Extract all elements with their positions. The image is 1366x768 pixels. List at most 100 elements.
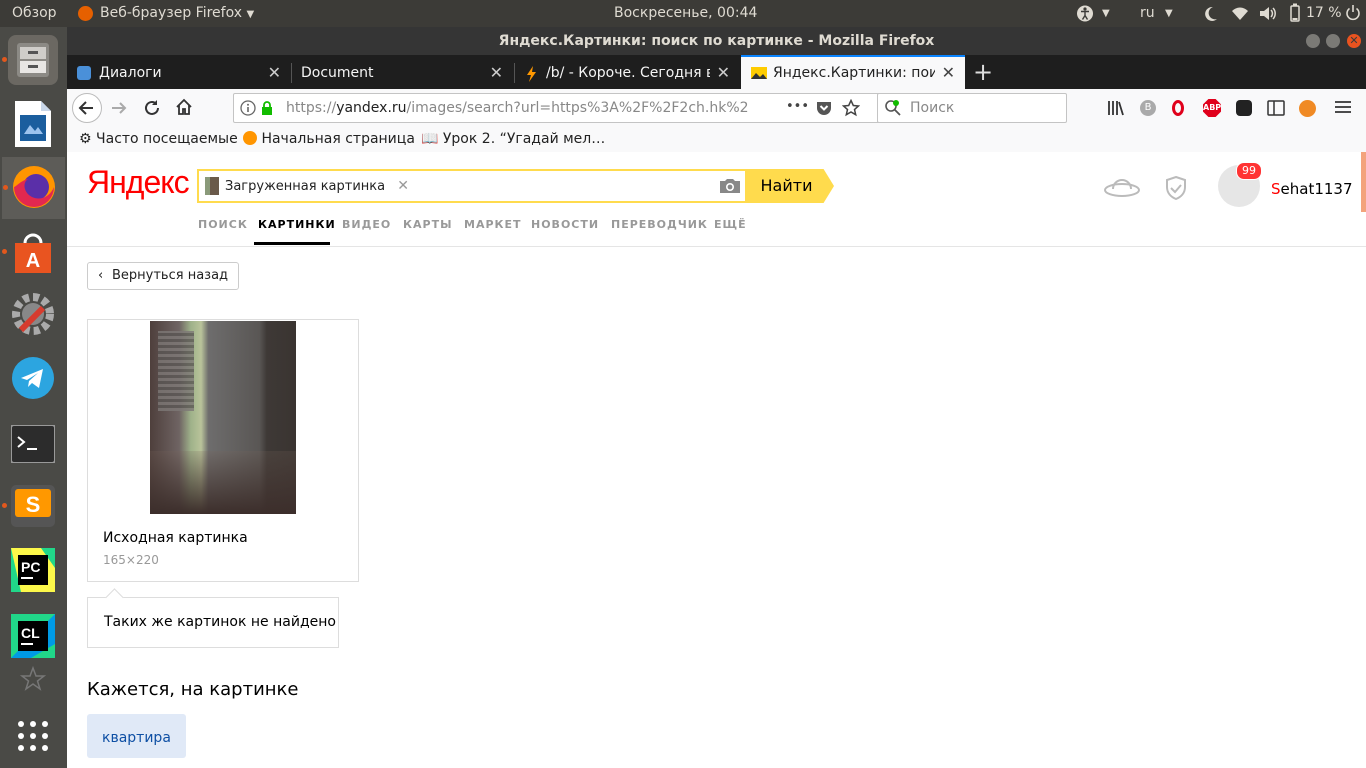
battery-icon[interactable]	[1290, 0, 1300, 27]
tab-document[interactable]: Document ✕	[291, 57, 513, 89]
window-titlebar[interactable]: Яндекс.Картинки: поиск по картинке - Moz…	[67, 27, 1366, 55]
back-button[interactable]	[72, 93, 102, 123]
extension-b-icon[interactable]: B	[1140, 100, 1156, 116]
running-indicator	[2, 57, 7, 62]
service-maps[interactable]: КАРТЫ	[403, 218, 452, 231]
settings-launcher[interactable]	[8, 289, 58, 339]
uploaded-image-chip[interactable]: Загруженная картинка ✕	[205, 175, 409, 197]
avatar[interactable]: 99	[1218, 162, 1262, 207]
favorites-launcher[interactable]	[8, 663, 58, 697]
url-host: yandex.ru	[336, 100, 407, 116]
url-bar[interactable]: https://yandex.ru/images/search?url=http…	[233, 93, 935, 123]
firefox-launcher[interactable]	[2, 157, 65, 219]
power-icon[interactable]	[1345, 0, 1361, 27]
svg-text:A: A	[26, 250, 40, 272]
chevron-down-icon: ▼	[246, 9, 255, 20]
firefox-icon	[78, 6, 93, 21]
libreoffice-writer-icon	[15, 101, 51, 147]
remove-chip-icon[interactable]: ✕	[397, 178, 409, 194]
software-center-launcher[interactable]: A	[2, 227, 58, 277]
close-tab-icon[interactable]: ✕	[490, 57, 503, 89]
bookmark-start-page[interactable]: Начальная страница	[243, 127, 415, 151]
activities-button[interactable]: Обзор	[12, 0, 57, 27]
search-form[interactable]: Загруженная картинка ✕	[197, 169, 747, 203]
minimize-button[interactable]	[1306, 34, 1320, 48]
clion-icon: CL	[11, 614, 55, 658]
image-detail	[158, 331, 194, 411]
weather-icon[interactable]	[1103, 176, 1141, 200]
menu-icon[interactable]	[1335, 100, 1351, 114]
telegram-launcher[interactable]	[8, 353, 58, 403]
service-search[interactable]: ПОИСК	[198, 218, 248, 231]
accessibility-icon[interactable]	[1076, 0, 1094, 27]
scroll-indicator[interactable]	[1361, 152, 1366, 212]
sublime-text-icon: S	[11, 485, 55, 527]
sublime-launcher[interactable]: S	[2, 481, 58, 531]
tab-dialogs[interactable]: Диалоги ✕	[67, 57, 291, 89]
bookmark-star-icon[interactable]	[842, 99, 860, 117]
service-translate[interactable]: ПЕРЕВОДЧИК	[611, 218, 708, 231]
back-link-button[interactable]: ‹ Вернуться назад	[87, 262, 240, 290]
tag-apartment-button[interactable]: квартира	[87, 714, 186, 758]
tab-2ch[interactable]: /b/ - Короче. Сегодня во ✕	[514, 57, 740, 89]
search-button[interactable]: Найти	[747, 169, 834, 203]
url-path: /images/search?url=https%3A%2F%2F2ch.hk%…	[406, 100, 748, 116]
service-images[interactable]: КАРТИНКИ	[258, 218, 336, 231]
adblock-icon[interactable]: ABP	[1203, 99, 1221, 117]
shield-icon[interactable]	[1165, 176, 1187, 200]
service-video[interactable]: ВИДЕО	[342, 218, 391, 231]
bookmark-most-visited[interactable]: ⚙ Часто посещаемые	[79, 127, 238, 151]
close-tab-icon[interactable]: ✕	[942, 57, 955, 89]
sidebar-icon[interactable]	[1267, 100, 1285, 116]
original-image-card[interactable]: Исходная картинка 165×220	[87, 319, 359, 582]
chat-icon	[77, 66, 91, 80]
clock[interactable]: Воскресенье, 00:44	[614, 0, 757, 27]
file-manager-launcher[interactable]	[2, 35, 58, 85]
volume-icon[interactable]	[1259, 0, 1277, 27]
seems-heading: Кажется, на картинке	[87, 679, 299, 700]
search-box[interactable]: Поиск	[877, 93, 1067, 123]
clion-launcher[interactable]: CL	[8, 611, 58, 661]
page-actions-button[interactable]: •••	[786, 94, 809, 120]
show-applications-launcher[interactable]	[8, 711, 58, 761]
extension-orange-icon[interactable]	[1299, 100, 1316, 117]
keyboard-layout[interactable]: ru	[1140, 0, 1155, 27]
close-window-button[interactable]: ✕	[1347, 34, 1361, 48]
close-tab-icon[interactable]: ✕	[717, 57, 730, 89]
terminal-launcher[interactable]	[8, 419, 58, 469]
info-icon[interactable]	[240, 100, 256, 116]
reload-button[interactable]	[142, 98, 162, 118]
camera-icon[interactable]	[719, 178, 741, 194]
service-more[interactable]: ЕЩЁ	[714, 218, 747, 231]
extension-eye-icon[interactable]	[1236, 100, 1252, 116]
wifi-icon[interactable]	[1232, 0, 1248, 27]
arrow-left-icon	[78, 101, 93, 115]
pocket-icon[interactable]	[816, 100, 832, 116]
original-image[interactable]	[150, 321, 296, 514]
not-found-text: Таких же картинок не найдено	[104, 614, 336, 630]
opera-extension-icon[interactable]	[1172, 100, 1184, 116]
night-light-icon[interactable]	[1204, 0, 1218, 27]
service-market[interactable]: МАРКЕТ	[464, 218, 522, 231]
library-icon[interactable]	[1107, 99, 1125, 117]
app-menu[interactable]: Веб-браузер Firefox ▼	[100, 0, 254, 27]
bookmark-lesson[interactable]: 📖 Урок 2. “Угадай мел…	[421, 127, 605, 151]
user-name[interactable]: Sehat1137	[1271, 180, 1353, 198]
service-news[interactable]: НОВОСТИ	[531, 218, 599, 231]
lightning-icon	[527, 66, 536, 82]
new-tab-button[interactable]: +	[973, 58, 993, 86]
user-first-letter: S	[1271, 180, 1281, 198]
maximize-button[interactable]	[1326, 34, 1340, 48]
home-button[interactable]	[174, 97, 194, 117]
navigation-bar: https://yandex.ru/images/search?url=http…	[67, 89, 1366, 127]
pycharm-launcher[interactable]: PC	[8, 545, 58, 595]
search-placeholder: Поиск	[910, 100, 955, 116]
yandex-logo[interactable]: Яндекс	[87, 164, 190, 201]
battery-percent: 17 %	[1306, 5, 1342, 21]
lock-icon[interactable]	[261, 100, 273, 116]
close-tab-icon[interactable]: ✕	[268, 57, 281, 89]
tab-yandex-images[interactable]: Яндекс.Картинки: поис ✕	[741, 55, 965, 91]
writer-launcher[interactable]	[8, 99, 58, 149]
forward-button[interactable]	[109, 98, 129, 118]
svg-text:CL: CL	[21, 625, 40, 641]
